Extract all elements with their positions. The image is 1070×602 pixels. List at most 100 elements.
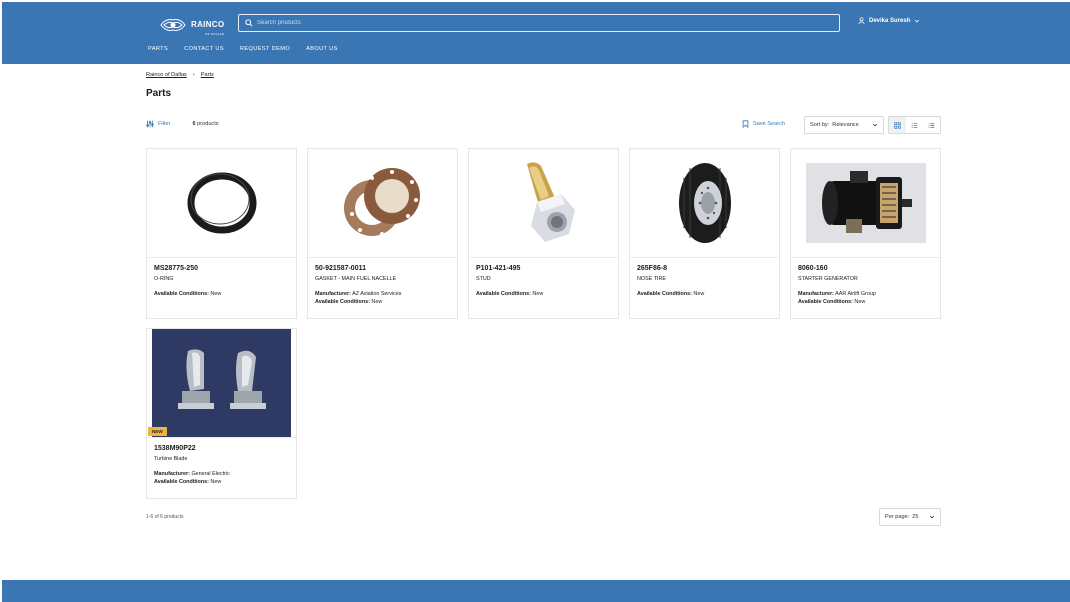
conditions-label: Available Conditions: <box>476 291 531 297</box>
detail-list-icon <box>911 122 918 128</box>
page-title: Parts <box>146 88 172 99</box>
filter-label: Filter <box>158 121 171 127</box>
manufacturer-label: Manufacturer: <box>154 471 190 477</box>
site-footer <box>2 580 1070 602</box>
conditions-label: Available Conditions: <box>798 299 853 305</box>
product-card[interactable]: P101-421-495 STUD Available Conditions: … <box>468 148 619 319</box>
chevron-down-icon <box>929 515 935 519</box>
conditions-value: New <box>210 479 222 485</box>
site-header: RAINCO OF DALLAS Devika Suresh PARTS CON… <box>2 2 1070 64</box>
product-conditions: Available Conditions: New <box>798 299 933 305</box>
brand-text: RAINCO OF DALLAS <box>191 14 224 36</box>
grid-view-button[interactable] <box>889 117 906 133</box>
product-count-number: 6 <box>192 121 196 127</box>
starter-generator-image <box>805 163 926 243</box>
breadcrumb: Rainco of Dallas › Parts <box>146 72 214 78</box>
brand-logo[interactable]: RAINCO OF DALLAS <box>158 14 224 36</box>
per-page-value: 25 <box>912 514 919 520</box>
product-card[interactable]: NEW 1538M90P22 Turbine Blade Manufacture… <box>146 328 297 499</box>
product-manufacturer: Manufacturer: AAR Airlift Group <box>798 291 933 297</box>
detail-list-view-button[interactable] <box>906 117 923 133</box>
product-conditions: Available Conditions: New <box>315 299 450 305</box>
stud-image <box>526 162 575 242</box>
save-search-button[interactable]: Save Search <box>742 120 785 128</box>
sort-value: Relevance <box>832 122 859 128</box>
list-icon <box>928 122 935 128</box>
conditions-label: Available Conditions: <box>154 291 209 297</box>
product-part-number[interactable]: 265F86-8 <box>637 265 772 272</box>
gasket-image <box>343 168 420 236</box>
conditions-value: New <box>371 299 383 305</box>
conditions-value: New <box>854 299 866 305</box>
o-ring-image <box>187 172 256 234</box>
product-part-number[interactable]: MS28775-250 <box>154 265 289 272</box>
user-icon <box>858 17 865 24</box>
search-input[interactable] <box>257 20 817 26</box>
conditions-value: New <box>693 291 705 297</box>
product-count: 6 products <box>192 121 218 127</box>
product-manufacturer: Manufacturer: General Electric <box>154 471 289 477</box>
product-manufacturer: Manufacturer: AZ Aviation Services <box>315 291 450 297</box>
user-name: Devika Suresh <box>869 17 911 24</box>
product-image[interactable] <box>791 149 940 258</box>
main-nav: PARTS CONTACT US REQUEST DEMO ABOUT US <box>148 46 338 52</box>
per-page-dropdown[interactable]: Per page: 25 <box>879 508 941 526</box>
product-image[interactable] <box>308 149 457 258</box>
nav-item-request-demo[interactable]: REQUEST DEMO <box>240 46 290 52</box>
breadcrumb-home-link[interactable]: Rainco of Dallas <box>146 72 187 78</box>
product-image[interactable] <box>147 149 296 258</box>
bookmark-icon <box>742 120 749 128</box>
tire-image <box>678 163 731 243</box>
view-toggle <box>888 116 941 134</box>
results-toolbar: Filter 6 products <box>146 120 219 128</box>
conditions-value: New <box>210 291 222 297</box>
product-card[interactable]: 8060-160 STARTER GENERATOR Manufacturer:… <box>790 148 941 319</box>
product-part-number[interactable]: 50-921587-0011 <box>315 265 450 272</box>
list-view-button[interactable] <box>923 117 940 133</box>
conditions-label: Available Conditions: <box>154 479 209 485</box>
manufacturer-label: Manufacturer: <box>315 291 351 297</box>
manufacturer-value: AZ Aviation Services <box>352 291 402 297</box>
user-menu[interactable]: Devika Suresh <box>858 17 920 24</box>
per-page-label: Per page: <box>885 514 910 520</box>
product-conditions: Available Conditions: New <box>637 291 772 297</box>
product-conditions: Available Conditions: New <box>154 291 289 297</box>
chevron-down-icon <box>872 123 878 127</box>
nav-item-parts[interactable]: PARTS <box>148 46 168 52</box>
product-part-number[interactable]: P101-421-495 <box>476 265 611 272</box>
breadcrumb-separator-icon: › <box>192 72 195 78</box>
conditions-label: Available Conditions: <box>637 291 692 297</box>
manufacturer-value: AAR Airlift Group <box>835 291 876 297</box>
sort-label: Sort by: <box>810 122 830 128</box>
product-image[interactable]: NEW <box>147 329 296 438</box>
product-count-suffix: products <box>197 121 219 127</box>
conditions-value: New <box>532 291 544 297</box>
nav-item-about-us[interactable]: ABOUT US <box>306 46 338 52</box>
grid-icon <box>894 121 901 129</box>
product-card[interactable]: MS28775-250 O-RING Available Conditions:… <box>146 148 297 319</box>
product-image[interactable] <box>630 149 779 258</box>
sort-dropdown[interactable]: Sort by: Relevance <box>804 116 884 134</box>
breadcrumb-current-link[interactable]: Parts <box>201 72 214 78</box>
product-conditions: Available Conditions: New <box>154 479 289 485</box>
turbine-blade-image <box>152 329 291 437</box>
product-card[interactable]: 50-921587-0011 GASKET - MAIN FUEL NACELL… <box>307 148 458 319</box>
new-badge: NEW <box>148 427 167 436</box>
search-bar[interactable] <box>238 14 840 32</box>
manufacturer-value: General Electric <box>191 471 230 477</box>
product-card[interactable]: 265F86-8 NOSE TIRE Available Conditions:… <box>629 148 780 319</box>
brand-subtitle: OF DALLAS <box>205 32 225 36</box>
pagination-summary: 1-6 of 6 products <box>146 514 184 520</box>
search-icon <box>245 19 253 27</box>
logo-emblem-icon <box>160 19 186 31</box>
product-part-number[interactable]: 1538M90P22 <box>154 445 289 452</box>
product-conditions: Available Conditions: New <box>476 291 611 297</box>
nav-item-contact-us[interactable]: CONTACT US <box>184 46 224 52</box>
chevron-down-icon <box>915 19 920 22</box>
filter-button[interactable]: Filter <box>146 120 170 128</box>
product-image[interactable] <box>469 149 618 258</box>
filter-icon <box>146 120 154 128</box>
brand-name: RAINCO <box>191 20 225 29</box>
conditions-label: Available Conditions: <box>315 299 370 305</box>
product-part-number[interactable]: 8060-160 <box>798 265 933 272</box>
